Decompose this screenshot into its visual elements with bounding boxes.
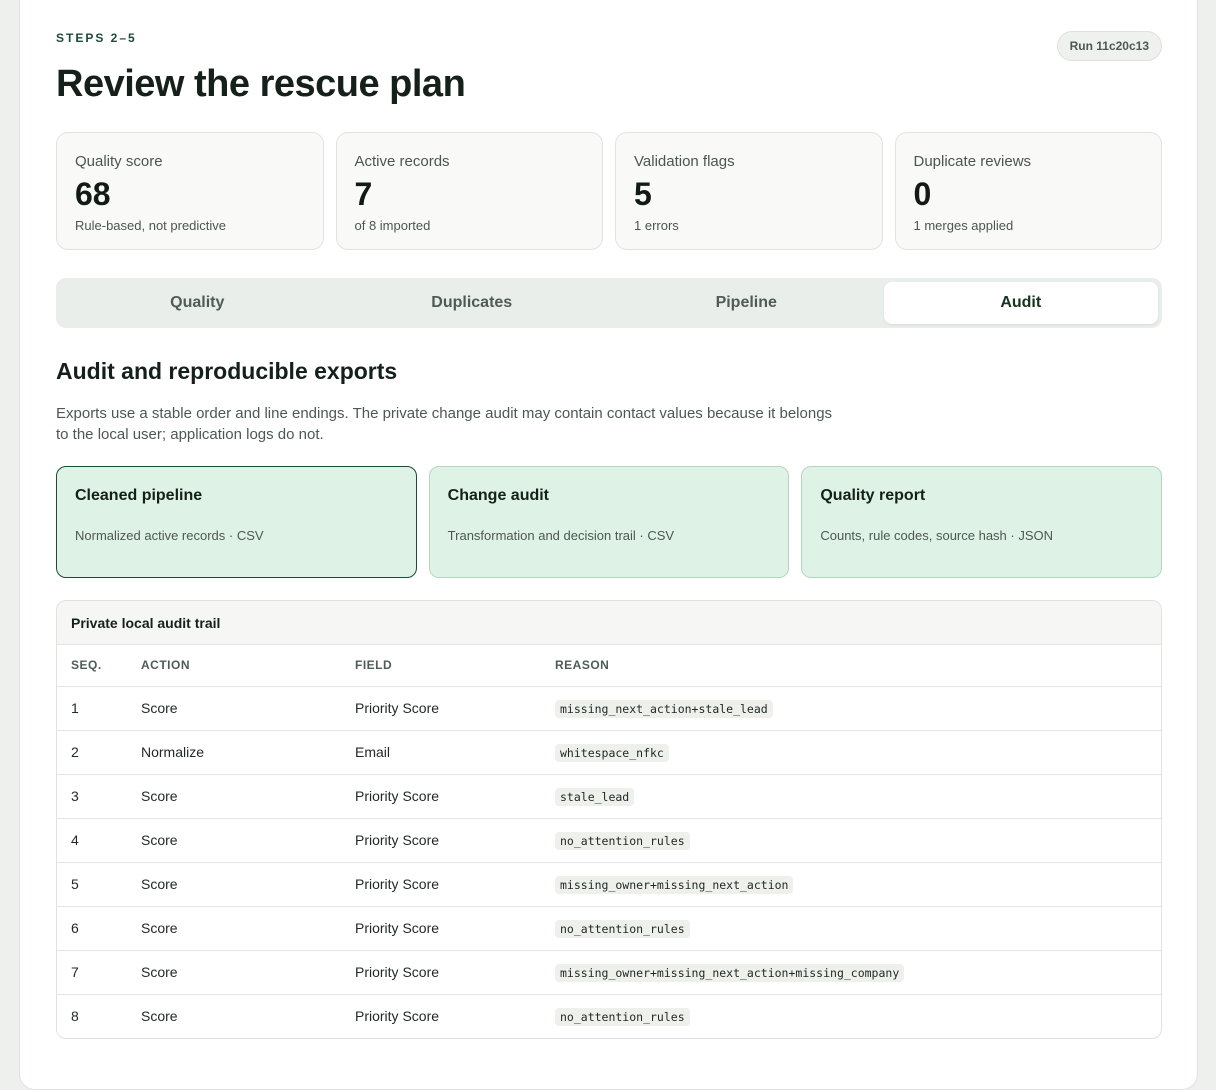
metric-label: Duplicate reviews: [913, 153, 1032, 170]
metric-card-validation-flags: Validation flags 5 1 errors: [615, 132, 883, 250]
reason-code: missing_owner+missing_next_action+missin…: [555, 964, 905, 982]
metric-card-quality-score: Quality score 68 Rule-based, not predict…: [56, 132, 324, 250]
table-row: 6 Score Priority Score no_attention_rule…: [57, 906, 1161, 951]
cell-action: Score: [141, 686, 355, 731]
table-row: 4 Score Priority Score no_attention_rule…: [57, 818, 1161, 863]
metric-value: 0: [913, 176, 932, 212]
cell-field: Priority Score: [355, 950, 555, 995]
cell-reason: no_attention_rules: [555, 818, 1161, 863]
metric-card-active-records: Active records 7 of 8 imported: [335, 132, 603, 250]
metric-subtext: 1 merges applied: [913, 218, 1014, 233]
cell-reason: no_attention_rules: [555, 906, 1161, 951]
cell-field: Priority Score: [355, 994, 555, 1038]
cell-action: Score: [141, 818, 355, 863]
cell-action: Score: [141, 862, 355, 907]
reason-code: whitespace_nfkc: [555, 744, 669, 762]
cell-seq: 7: [57, 950, 141, 995]
table-header-row: SEQ. ACTION FIELD REASON: [57, 645, 1161, 687]
metric-value: 68: [75, 176, 111, 212]
cell-seq: 2: [57, 730, 141, 775]
reason-code: no_attention_rules: [555, 920, 690, 938]
metric-value: 5: [634, 176, 652, 212]
cell-action: Score: [141, 774, 355, 819]
metric-subtext: 1 errors: [634, 218, 679, 233]
column-header-seq: SEQ.: [57, 645, 141, 687]
export-description: Counts, rule codes, source hash · JSON: [820, 528, 1054, 543]
cell-reason: stale_lead: [555, 774, 1161, 819]
reason-code: missing_next_action+stale_lead: [555, 700, 773, 718]
cell-action: Score: [141, 950, 355, 995]
audit-trail-title: Private local audit trail: [57, 601, 1161, 645]
metric-subtext: Rule-based, not predictive: [75, 218, 227, 233]
tab-duplicates[interactable]: Duplicates: [335, 282, 610, 324]
table-row: 3 Score Priority Score stale_lead: [57, 774, 1161, 819]
cell-field: Priority Score: [355, 774, 555, 819]
table-row: 8 Score Priority Score no_attention_rule…: [57, 994, 1161, 1038]
export-cleaned-pipeline-button[interactable]: Cleaned pipeline Normalized active recor…: [56, 466, 417, 578]
metric-subtext: of 8 imported: [354, 218, 431, 233]
metrics-row: Quality score 68 Rule-based, not predict…: [56, 132, 1162, 250]
export-title: Cleaned pipeline: [75, 487, 203, 504]
cell-field: Email: [355, 730, 555, 775]
tab-pipeline[interactable]: Pipeline: [609, 282, 884, 324]
export-change-audit-button[interactable]: Change audit Transformation and decision…: [428, 466, 790, 578]
export-options: Cleaned pipeline Normalized active recor…: [56, 466, 1163, 578]
cell-reason: missing_owner+missing_next_action+missin…: [555, 950, 1161, 995]
column-header-action: ACTION: [141, 645, 355, 687]
table-row: 2 Normalize Email whitespace_nfkc: [57, 730, 1161, 775]
metric-card-duplicate-reviews: Duplicate reviews 0 1 merges applied: [894, 132, 1162, 250]
page-title: Review the rescue plan: [56, 63, 466, 105]
export-description: Transformation and decision trail · CSV: [447, 528, 675, 543]
reason-code: no_attention_rules: [555, 832, 690, 850]
cell-reason: whitespace_nfkc: [555, 730, 1161, 775]
table-row: 5 Score Priority Score missing_owner+mis…: [57, 862, 1161, 907]
reason-code: stale_lead: [555, 788, 635, 806]
tab-quality[interactable]: Quality: [60, 282, 335, 324]
cell-seq: 8: [57, 994, 141, 1038]
reason-code: no_attention_rules: [555, 1008, 690, 1026]
section-description: Exports use a stable order and line endi…: [56, 405, 833, 443]
metric-value: 7: [354, 176, 373, 212]
cell-reason: missing_next_action+stale_lead: [555, 686, 1161, 731]
cell-field: Priority Score: [355, 686, 555, 731]
export-title: Quality report: [820, 487, 926, 504]
main-panel: STEPS 2–5 Run 11c20c13 Review the rescue…: [19, 0, 1198, 1090]
steps-eyebrow: STEPS 2–5: [56, 31, 137, 45]
export-description: Normalized active records · CSV: [75, 528, 264, 543]
audit-table: SEQ. ACTION FIELD REASON 1 Score Priorit…: [57, 645, 1161, 1038]
column-header-reason: REASON: [555, 645, 1161, 687]
cell-action: Score: [141, 994, 355, 1038]
column-header-field: FIELD: [355, 645, 555, 687]
cell-field: Priority Score: [355, 818, 555, 863]
export-title: Change audit: [447, 487, 550, 504]
cell-action: Score: [141, 906, 355, 951]
cell-field: Priority Score: [355, 906, 555, 951]
audit-trail-table-card: Private local audit trail SEQ. ACTION FI…: [56, 600, 1162, 1039]
reason-code: missing_owner+missing_next_action: [555, 876, 794, 894]
metric-label: Active records: [354, 153, 450, 170]
cell-field: Priority Score: [355, 862, 555, 907]
table-row: 7 Score Priority Score missing_owner+mis…: [57, 950, 1161, 995]
table-row: 1 Score Priority Score missing_next_acti…: [57, 686, 1161, 731]
cell-reason: no_attention_rules: [555, 994, 1161, 1038]
cell-reason: missing_owner+missing_next_action: [555, 862, 1161, 907]
cell-seq: 3: [57, 774, 141, 819]
cell-seq: 1: [57, 686, 141, 731]
run-badge: Run 11c20c13: [1056, 31, 1162, 61]
view-tabs: Quality Duplicates Pipeline Audit: [56, 278, 1162, 328]
metric-label: Validation flags: [634, 153, 735, 170]
cell-seq: 6: [57, 906, 141, 951]
cell-action: Normalize: [141, 730, 355, 775]
cell-seq: 5: [57, 862, 141, 907]
export-quality-report-button[interactable]: Quality report Counts, rule codes, sourc…: [801, 466, 1163, 578]
cell-seq: 4: [57, 818, 141, 863]
tab-audit[interactable]: Audit: [883, 282, 1158, 324]
section-title: Audit and reproducible exports: [56, 358, 398, 384]
metric-label: Quality score: [75, 153, 163, 170]
